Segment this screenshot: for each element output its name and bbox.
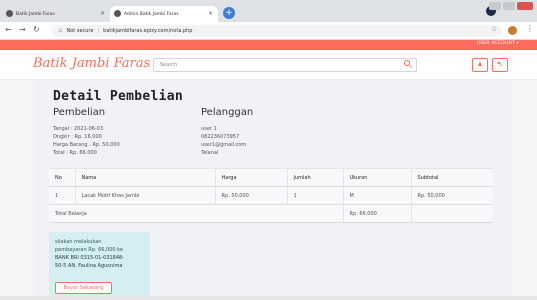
page-title: Detail Pembelian	[53, 89, 184, 104]
cart-button[interactable]: ⛍	[492, 58, 508, 72]
customer-phone: 082236073957	[201, 134, 240, 140]
url-separator: |	[97, 28, 100, 34]
column-header: Ukuran	[342, 168, 411, 187]
close-tab-icon[interactable]: ×	[100, 10, 105, 17]
table-header-row: No Nama Harga Jumlah Ukuran Subtotal	[49, 168, 493, 187]
user-account-menu[interactable]: USER ACCOUNT ▾	[477, 41, 519, 46]
payment-line: pembayaran Rp. 66,000 ke	[55, 247, 123, 253]
new-tab-icon[interactable]: +	[223, 7, 235, 19]
site-favicon-icon	[6, 10, 13, 17]
browser-tab-label: Admin Batik Jambi Faras	[124, 11, 179, 17]
total-row: Total Belanja Rp. 66,000	[49, 204, 493, 223]
pay-now-button[interactable]: Bayar Sekarang	[55, 282, 112, 294]
customer-email: user1@gmail.com	[201, 142, 247, 148]
table-cell: 1	[286, 186, 343, 205]
total-value: Rp. 66,000	[342, 204, 411, 223]
order-items-table: No Nama Harga Jumlah Ukuran Subtotal 1 L…	[49, 168, 493, 223]
extension-icon[interactable]	[508, 26, 517, 35]
pembelian-info: Tangal : 2021-06-03 Ongkir : Rp. 16,000 …	[53, 125, 120, 157]
table-cell-empty	[410, 204, 493, 223]
column-header: Harga	[214, 168, 287, 187]
browser-tab-admin[interactable]: Admin Batik Jambi Faras ×	[110, 6, 218, 22]
window-controls	[489, 2, 533, 10]
order-total: Total : Rp. 66,000	[53, 150, 97, 156]
shipping-cost: Ongkir : Rp. 16,000	[53, 134, 102, 140]
browser-tab-label: Batik Jambi Faras	[16, 11, 55, 17]
customer-city: Telanai	[201, 150, 219, 156]
total-label: Total Belanja	[49, 204, 343, 223]
column-header: Subtotal	[410, 168, 493, 187]
window-close-icon[interactable]	[517, 2, 533, 10]
table-row: 1 Lacak Motif Khas Jambi Rp. 50,000 1 M …	[49, 186, 493, 205]
site-top-strip	[0, 40, 537, 50]
horizontal-scrollbar[interactable]	[0, 296, 537, 300]
pembelian-heading: Pembelian	[53, 107, 106, 118]
table-cell: M	[342, 186, 411, 205]
reload-icon[interactable]: ↻	[33, 25, 40, 34]
warning-icon: ⚠	[58, 28, 63, 34]
pelanggan-heading: Pelanggan	[201, 107, 254, 118]
table-cell: Rp. 50,000	[410, 186, 493, 205]
search-icon[interactable]	[404, 60, 410, 66]
pelanggan-info: user 1 082236073957 user1@gmail.com Tela…	[201, 125, 246, 157]
column-header: Jumlah	[286, 168, 343, 187]
search-input[interactable]: Search	[153, 58, 417, 72]
close-tab-icon[interactable]: ×	[208, 10, 213, 17]
browser-address-bar: ← → ↻ ⚠ Not secure | batikjambifaras.epi…	[0, 22, 537, 40]
forward-arrow-icon[interactable]: →	[19, 25, 26, 34]
maximize-icon[interactable]	[503, 2, 515, 10]
table-cell: Rp. 50,000	[214, 186, 287, 205]
payment-line: silakan melakukan	[55, 239, 102, 245]
bank-account-holder: 50-5 AN. Faulina Agusnima	[55, 263, 123, 269]
url-text: batikjambifaras.epizy.com/nota.php	[103, 28, 193, 34]
back-arrow-icon[interactable]: ←	[5, 25, 12, 34]
browser-tab-shop[interactable]: Batik Jambi Faras ×	[2, 6, 110, 22]
user-icon: ♟	[477, 61, 483, 68]
security-label: Not secure	[66, 28, 94, 34]
order-date: Tangal : 2021-06-03	[53, 126, 104, 132]
browser-menu-icon[interactable]: ⋮	[526, 24, 534, 33]
minimize-icon[interactable]	[489, 2, 501, 10]
cart-icon: ⛍	[496, 61, 504, 68]
table-cell: Lacak Motif Khas Jambi	[74, 186, 215, 205]
bank-account-line: BANK BRI 0315-01-031848-	[55, 255, 125, 261]
bookmark-star-icon[interactable]: ☆	[491, 25, 497, 33]
site-favicon-icon	[114, 10, 121, 17]
column-header: No	[49, 168, 75, 187]
user-profile-button[interactable]: ♟	[472, 58, 488, 72]
table-cell: 1	[49, 186, 75, 205]
url-field[interactable]: ⚠ Not secure | batikjambifaras.epizy.com…	[52, 25, 502, 37]
item-price: Harga Barang : Rp. 50,000	[53, 142, 120, 148]
site-logo[interactable]: Batik Jambi Faras	[33, 56, 150, 71]
payment-instructions: silakan melakukan pembayaran Rp. 66,000 …	[55, 238, 147, 270]
customer-name: user 1	[201, 126, 217, 132]
column-header: Nama	[74, 168, 215, 187]
